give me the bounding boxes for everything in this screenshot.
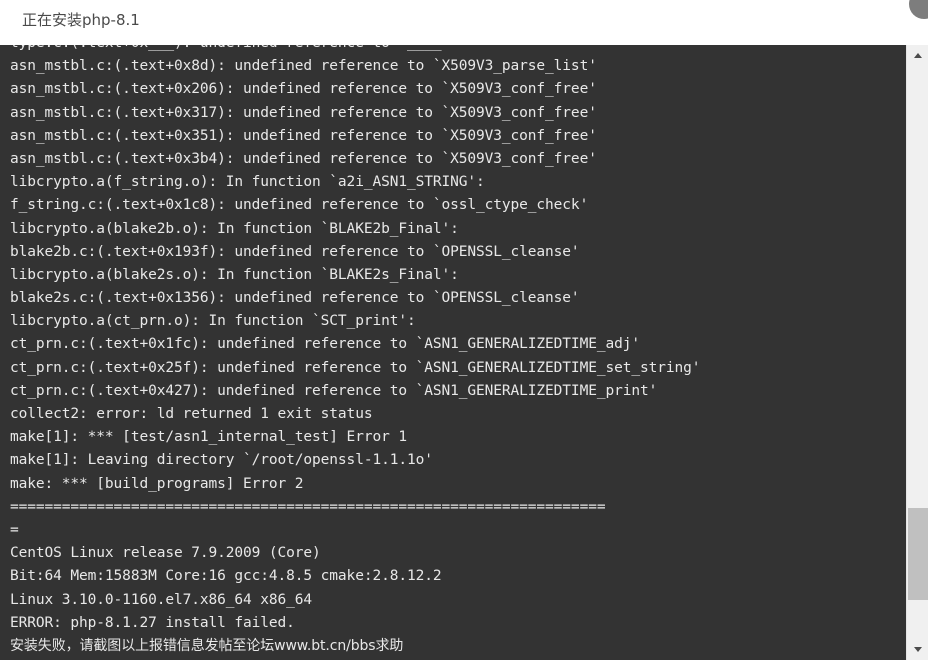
triangle-down-icon — [914, 647, 922, 652]
log-line: ct_prn.c:(.text+0x427): undefined refere… — [10, 382, 658, 399]
log-line: = — [10, 521, 19, 538]
log-line: asn_mstbl.c:(.text+0x317): undefined ref… — [10, 104, 597, 121]
log-line: collect2: error: ld returned 1 exit stat… — [10, 406, 373, 422]
log-line: libcrypto.a(blake2s.o): In function `BLA… — [10, 266, 459, 283]
log-line: libcrypto.a(ct_prn.o): In function `SCT_… — [10, 313, 416, 330]
log-line: blake2s.c:(.text+0x1356): undefined refe… — [10, 290, 580, 307]
terminal-log-panel: type.c:(.text+0x___): undefined referenc… — [0, 45, 928, 660]
scroll-down-button[interactable] — [907, 640, 928, 660]
log-line: f_string.c:(.text+0x1c8): undefined refe… — [10, 197, 589, 214]
log-line: blake2b.c:(.text+0x193f): undefined refe… — [10, 243, 580, 260]
close-icon[interactable] — [909, 0, 928, 19]
dialog-header: 正在安装php-8.1 — [0, 0, 928, 45]
log-line: libcrypto.a(f_string.o): In function `a2… — [10, 174, 485, 191]
scrollbar-track[interactable] — [907, 65, 928, 640]
log-line: CentOS Linux release 7.9.2009 (Core) — [10, 545, 321, 562]
log-line: asn_mstbl.c:(.text+0x206): undefined ref… — [10, 81, 597, 98]
log-line: asn_mstbl.c:(.text+0x3b4): undefined ref… — [10, 150, 597, 167]
triangle-up-icon — [914, 53, 922, 58]
install-progress-window: 正在安装php-8.1 type.c:(.text+0x___): undefi… — [0, 0, 928, 660]
log-line: type.c:(.text+0x___): undefined referenc… — [10, 45, 906, 55]
log-line: make[1]: *** [test/asn1_internal_test] E… — [10, 429, 407, 446]
log-line: make[1]: Leaving directory `/root/openss… — [10, 452, 433, 469]
log-line: libcrypto.a(blake2b.o): In function `BLA… — [10, 220, 459, 237]
log-viewport[interactable]: type.c:(.text+0x___): undefined referenc… — [0, 45, 906, 660]
log-line: asn_mstbl.c:(.text+0x8d): undefined refe… — [10, 58, 597, 75]
log-line: 安装失败，请截图以上报错信息发帖至论坛www.bt.cn/bbs求助 — [10, 637, 404, 654]
scroll-up-button[interactable] — [907, 45, 928, 65]
log-line: asn_mstbl.c:(.text+0x351): undefined ref… — [10, 127, 597, 144]
log-line: ========================================… — [10, 498, 606, 515]
log-line: make: *** [build_programs] Error 2 — [10, 475, 304, 492]
log-line: ERROR: php-8.1.27 install failed. — [10, 614, 295, 631]
log-line-list: type.c:(.text+0x___): undefined referenc… — [10, 45, 906, 658]
log-line: Linux 3.10.0-1160.el7.x86_64 x86_64 — [10, 591, 313, 608]
log-line: Bit:64 Mem:15883M Core:16 gcc:4.8.5 cmak… — [10, 568, 442, 585]
vertical-scrollbar[interactable] — [906, 45, 928, 660]
scrollbar-thumb[interactable] — [908, 508, 928, 600]
log-line: ct_prn.c:(.text+0x1fc): undefined refere… — [10, 336, 640, 353]
log-line: ct_prn.c:(.text+0x25f): undefined refere… — [10, 359, 701, 376]
page-title: 正在安装php-8.1 — [22, 11, 140, 29]
